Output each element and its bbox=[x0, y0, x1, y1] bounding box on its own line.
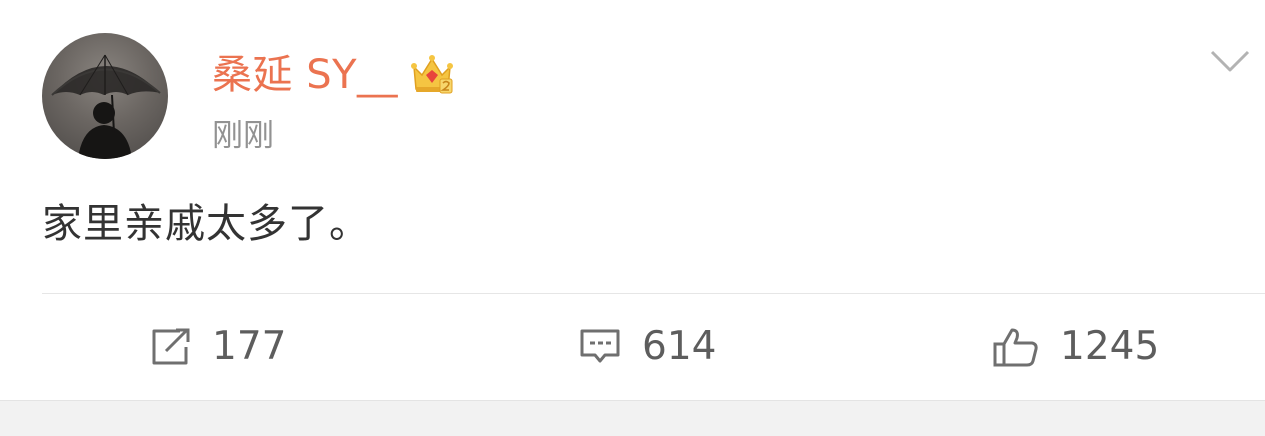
crown-vip-icon[interactable] bbox=[408, 51, 456, 99]
repost-icon bbox=[152, 328, 190, 365]
feed-separator bbox=[0, 400, 1265, 436]
thumbs-up-icon bbox=[993, 328, 1038, 367]
action-bar: 177 614 1245 bbox=[0, 294, 1265, 400]
chevron-down-icon bbox=[1210, 50, 1250, 72]
repost-button[interactable]: 177 bbox=[150, 294, 286, 400]
repost-count: 177 bbox=[212, 324, 287, 369]
like-count: 1245 bbox=[1060, 324, 1160, 369]
comment-icon bbox=[580, 329, 620, 363]
author-row: 桑延 SY__ bbox=[212, 50, 456, 100]
post-timestamp: 刚刚 bbox=[212, 118, 274, 154]
comment-count: 614 bbox=[642, 324, 717, 369]
umbrella-silhouette-icon bbox=[51, 54, 161, 159]
post-text: 家里亲戚太多了。 bbox=[42, 201, 370, 247]
like-button[interactable]: 1245 bbox=[992, 294, 1159, 400]
weibo-post-card: 桑延 SY__ 刚刚 家里亲戚太多了。 177 614 1245 bbox=[0, 0, 1265, 400]
comment-button[interactable]: 614 bbox=[578, 294, 716, 400]
avatar[interactable] bbox=[42, 33, 168, 159]
post-menu-button[interactable] bbox=[1206, 44, 1254, 78]
author-name[interactable]: 桑延 SY__ bbox=[212, 50, 398, 100]
